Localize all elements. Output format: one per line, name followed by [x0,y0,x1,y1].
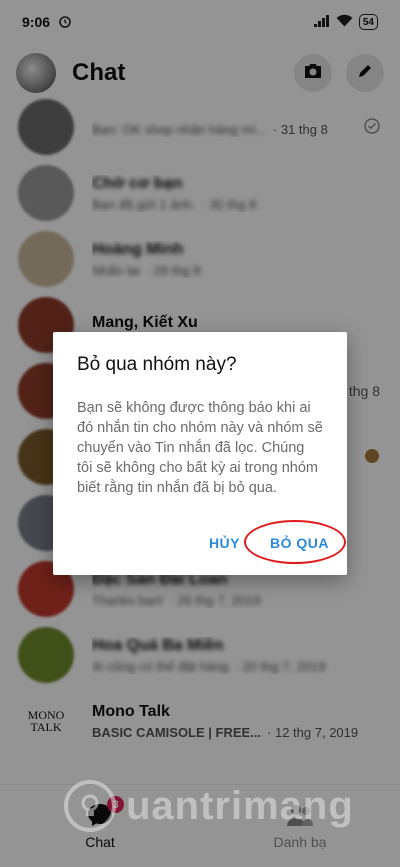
dialog-message: Bạn sẽ không được thông báo khi ai đó nh… [77,400,323,496]
dialog-title: Bỏ qua nhóm này? [77,354,237,375]
watermark-text: uantrimang [126,783,354,828]
highlight-circle [244,520,346,564]
cancel-button[interactable]: HỦY [209,535,240,551]
watermark: uantrimang [64,776,364,836]
lightbulb-icon [64,780,116,832]
